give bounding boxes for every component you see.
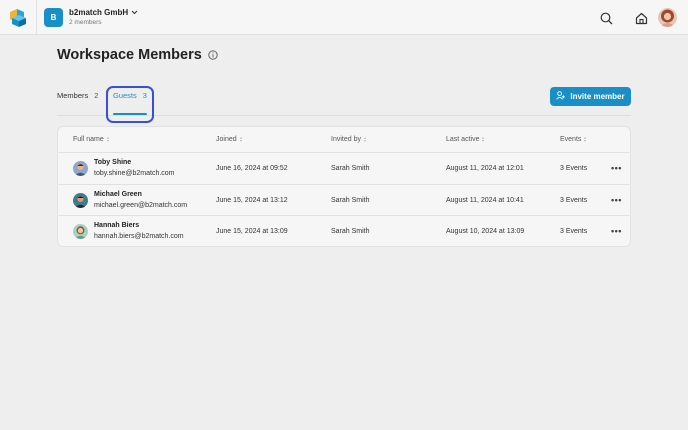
avatar xyxy=(73,161,88,176)
avatar xyxy=(73,224,88,239)
page-title-text: Workspace Members xyxy=(57,47,202,63)
tabs-divider xyxy=(57,115,631,116)
row-last-active: August 11, 2024 at 12:01 xyxy=(446,165,524,172)
invite-member-button[interactable]: Invite member xyxy=(550,87,631,106)
page-title: Workspace Members xyxy=(57,47,218,63)
more-horizontal-icon[interactable]: ••• xyxy=(611,227,622,236)
org-badge[interactable]: B xyxy=(44,8,63,27)
row-email: michael.green@b2match.com xyxy=(94,201,188,209)
sort-icon xyxy=(584,137,587,142)
row-joined: June 15, 2024 at 13:12 xyxy=(216,196,288,204)
column-header-label: Joined xyxy=(216,136,237,143)
more-horizontal-icon[interactable]: ••• xyxy=(611,164,622,173)
org-switcher[interactable]: b2match GmbH xyxy=(69,8,138,17)
row-joined: June 16, 2024 at 09:52 xyxy=(216,165,288,172)
table-row[interactable]: Hannah Biers hannah.biers@b2match.com Ju… xyxy=(58,216,630,246)
column-header-last-active[interactable]: Last active xyxy=(446,136,485,143)
column-header-joined[interactable]: Joined xyxy=(216,136,242,143)
tab-guests[interactable]: Guests 3 xyxy=(113,91,147,100)
sort-icon xyxy=(363,137,366,142)
sort-icon xyxy=(106,137,109,142)
table-row[interactable]: Toby Shine toby.shine@b2match.com June 1… xyxy=(58,153,630,185)
column-header-label: Full name xyxy=(73,136,104,143)
row-name: Toby Shine xyxy=(94,159,132,166)
guests-table: Full name Joined Invited by Last active … xyxy=(57,126,631,247)
org-members-count: 2 members xyxy=(69,19,102,26)
org-name: b2match GmbH xyxy=(69,8,129,17)
add-user-icon xyxy=(556,91,566,102)
column-header-events[interactable]: Events xyxy=(560,136,587,143)
row-events: 3 Events xyxy=(560,228,588,235)
row-invited-by: Sarah Smith xyxy=(331,196,370,204)
row-last-active: August 10, 2024 at 13:09 xyxy=(446,228,525,235)
column-header-full-name[interactable]: Full name xyxy=(73,136,109,143)
row-joined: June 15, 2024 at 13:09 xyxy=(216,228,288,235)
more-horizontal-icon[interactable]: ••• xyxy=(611,195,622,204)
row-events: 3 Events xyxy=(560,196,588,204)
row-name: Michael Green xyxy=(94,190,142,198)
row-last-active: August 11, 2024 at 10:41 xyxy=(446,196,524,204)
row-invited-by: Sarah Smith xyxy=(331,228,370,235)
sort-icon xyxy=(482,137,485,142)
column-header-label: Events xyxy=(560,136,582,143)
tab-members-label: Members xyxy=(57,91,89,100)
info-icon[interactable] xyxy=(208,50,218,60)
tab-guests-label: Guests xyxy=(113,91,137,100)
active-tab-indicator xyxy=(113,113,147,115)
search-icon[interactable] xyxy=(599,11,613,25)
row-email: hannah.biers@b2match.com xyxy=(94,233,184,240)
home-icon[interactable] xyxy=(634,11,648,25)
b2match-logo-icon[interactable] xyxy=(8,6,28,28)
row-email: toby.shine@b2match.com xyxy=(94,170,175,177)
top-bar: B b2match GmbH 2 members xyxy=(0,0,688,35)
row-name: Hannah Biers xyxy=(94,222,140,229)
column-header-invited-by[interactable]: Invited by xyxy=(331,136,366,143)
tab-guests-count: 3 xyxy=(142,91,147,100)
table-row[interactable]: Michael Green michael.green@b2match.com … xyxy=(58,185,630,216)
row-events: 3 Events xyxy=(560,165,588,172)
column-header-label: Last active xyxy=(446,136,480,143)
invite-member-label: Invite member xyxy=(570,92,625,101)
chevron-down-icon xyxy=(131,8,138,17)
sort-icon xyxy=(239,137,242,142)
tab-members-count: 2 xyxy=(94,91,99,100)
column-header-label: Invited by xyxy=(331,136,361,143)
tab-members[interactable]: Members 2 xyxy=(57,91,98,100)
table-header: Full name Joined Invited by Last active … xyxy=(58,127,630,153)
user-avatar[interactable] xyxy=(658,8,677,27)
row-invited-by: Sarah Smith xyxy=(331,165,370,172)
avatar xyxy=(73,192,88,208)
topbar-divider xyxy=(36,0,37,35)
